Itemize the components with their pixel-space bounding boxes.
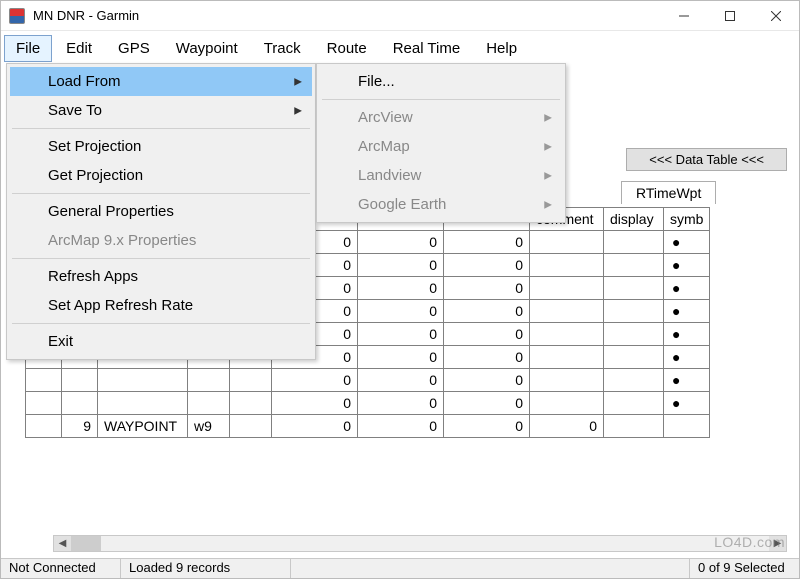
scroll-left-arrow-icon[interactable]: ◀ — [54, 536, 71, 551]
menu-label: Load From — [48, 73, 121, 90]
menu-label: ArcView — [358, 109, 413, 126]
file-menu-popup: Load From ▶ Save To ▶ Set Projection Get P… — [6, 63, 316, 360]
menu-help[interactable]: Help — [474, 35, 529, 62]
menu-file[interactable]: File — [4, 35, 52, 62]
menu-gps[interactable]: GPS — [106, 35, 162, 62]
status-spacer — [291, 559, 689, 578]
data-table-button[interactable]: <<< Data Table <<< — [626, 148, 787, 171]
tab-rtimewpt[interactable]: RTimeWpt — [621, 181, 716, 204]
titlebar: MN DNR - Garmin — [1, 1, 799, 31]
horizontal-scrollbar[interactable]: ◀ ▶ — [53, 535, 787, 552]
menu-label: Save To — [48, 102, 102, 119]
menu-separator — [12, 258, 310, 259]
menu-label: ArcMap — [358, 138, 410, 155]
menu-separator — [12, 193, 310, 194]
menu-set-refresh-rate[interactable]: Set App Refresh Rate — [10, 291, 312, 320]
table-row[interactable]: 000● — [26, 392, 710, 415]
maximize-button[interactable] — [707, 1, 753, 31]
menu-label: Landview — [358, 167, 421, 184]
menu-save-to[interactable]: Save To ▶ — [10, 96, 312, 125]
app-window: MN DNR - Garmin File Edit GPS Waypoint T… — [0, 0, 800, 579]
titlebar-left: MN DNR - Garmin — [1, 8, 139, 24]
menu-separator — [12, 323, 310, 324]
scrollbar-track[interactable] — [71, 536, 769, 551]
submenu-arrow-icon: ▶ — [294, 76, 302, 87]
menu-refresh-apps[interactable]: Refresh Apps — [10, 262, 312, 291]
submenu-google-earth: Google Earth ▶ — [320, 190, 562, 219]
window-controls — [661, 1, 799, 31]
status-records: Loaded 9 records — [121, 559, 291, 578]
menu-load-from[interactable]: Load From ▶ — [10, 67, 312, 96]
submenu-arrow-icon: ▶ — [294, 105, 302, 116]
submenu-arcview: ArcView ▶ — [320, 103, 562, 132]
menubar: File Edit GPS Waypoint Track Route Real … — [1, 31, 799, 66]
menu-general-properties[interactable]: General Properties — [10, 197, 312, 226]
submenu-arrow-icon: ▶ — [544, 141, 552, 152]
app-icon — [9, 8, 25, 24]
menu-waypoint[interactable]: Waypoint — [164, 35, 250, 62]
load-from-submenu: File... ArcView ▶ ArcMap ▶ Landview ▶ Googl… — [316, 63, 566, 223]
submenu-file[interactable]: File... — [320, 67, 562, 96]
menu-realtime[interactable]: Real Time — [381, 35, 473, 62]
status-bar: Not Connected Loaded 9 records 0 of 9 Se… — [1, 558, 799, 578]
menu-set-projection[interactable]: Set Projection — [10, 132, 312, 161]
status-connection: Not Connected — [1, 559, 121, 578]
menu-exit[interactable]: Exit — [10, 327, 312, 356]
submenu-arrow-icon: ▶ — [544, 170, 552, 181]
table-row[interactable]: 9 WAYPOINT w9 0 0 0 0 — [26, 415, 710, 438]
tab-bar: RTimeWpt — [621, 181, 716, 204]
close-button[interactable] — [753, 1, 799, 31]
table-row[interactable]: 000● — [26, 369, 710, 392]
submenu-arrow-icon: ▶ — [544, 112, 552, 123]
status-selection: 0 of 9 Selected — [689, 559, 799, 578]
table-header-display[interactable]: display — [604, 208, 664, 231]
menu-track[interactable]: Track — [252, 35, 313, 62]
menu-label: Google Earth — [358, 196, 446, 213]
watermark: LO4D.com — [714, 534, 785, 550]
submenu-arcmap: ArcMap ▶ — [320, 132, 562, 161]
menu-route[interactable]: Route — [315, 35, 379, 62]
table-header-symb[interactable]: symb — [664, 208, 710, 231]
submenu-landview: Landview ▶ — [320, 161, 562, 190]
menu-get-projection[interactable]: Get Projection — [10, 161, 312, 190]
menu-arcmap-properties: ArcMap 9.x Properties — [10, 226, 312, 255]
menu-separator — [322, 99, 560, 100]
menu-separator — [12, 128, 310, 129]
menu-edit[interactable]: Edit — [54, 35, 104, 62]
minimize-button[interactable] — [661, 1, 707, 31]
scrollbar-thumb[interactable] — [71, 536, 101, 551]
submenu-arrow-icon: ▶ — [544, 199, 552, 210]
window-title: MN DNR - Garmin — [33, 8, 139, 23]
